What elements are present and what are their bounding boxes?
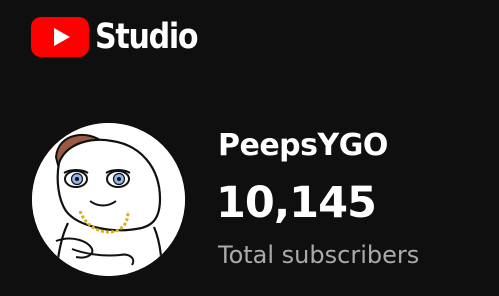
studio-title: Studio [95,17,199,57]
avatar-cartoon-icon [32,123,185,276]
youtube-logo-icon [31,17,89,57]
channel-name: PeepsYGO [218,128,388,163]
subscriber-label: Total subscribers [218,241,420,269]
subscriber-count: 10,145 [216,178,377,228]
channel-avatar[interactable] [32,123,185,276]
studio-brand[interactable]: Studio [31,17,214,57]
